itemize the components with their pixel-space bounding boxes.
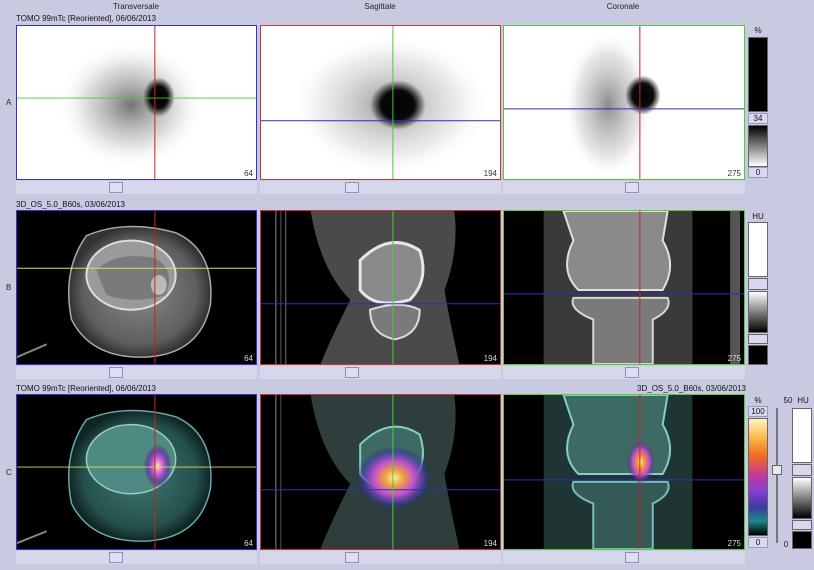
slice-number-transversal: 64 [244,539,253,548]
scrollbar-a-coronal[interactable] [503,181,745,194]
column-title-transversal: Transversale [113,2,159,11]
spect-coronal-image [504,26,744,179]
scrollbar-c-transversal[interactable] [16,551,257,564]
row-c-hu-bar-lower [792,531,812,549]
row-c-fusion-colorbar [748,418,768,536]
ct-coronal-image [504,211,744,364]
scrollbar-a-sagittal[interactable] [260,181,501,194]
row-label-c: C [6,468,12,477]
scrollbar-b-coronal[interactable] [503,366,745,379]
scroll-thumb[interactable] [345,182,359,193]
scrollbar-b-transversal[interactable] [16,366,257,379]
ct-transversal-image [17,211,256,364]
row-b-scale-handle-lower[interactable] [748,334,768,344]
scroll-thumb[interactable] [625,367,639,378]
slice-number-sagittal: 194 [483,354,497,363]
panel-c-coronal[interactable]: 275 [503,394,745,550]
row-c-scale-unit-hu: HU [797,396,809,405]
row-b-scale-handle[interactable] [748,278,768,290]
opacity-slider-track[interactable] [776,408,778,543]
slice-number-transversal: 64 [244,169,253,178]
scrollbar-b-sagittal[interactable] [260,366,501,379]
panel-a-coronal[interactable]: 275 [503,25,745,180]
scroll-thumb[interactable] [625,552,639,563]
panel-c-transversal[interactable]: 64 [16,394,257,550]
row-b-scale-gradient [748,291,768,333]
row-a-scale-bar-upper [748,37,768,112]
fusion-transversal-image [17,395,256,549]
spect-sagittal-image [261,26,500,179]
panel-b-transversal[interactable]: 64 [16,210,257,365]
panel-b-sagittal[interactable]: 194 [260,210,501,365]
panel-a-sagittal[interactable]: 194 [260,25,501,180]
slice-number-coronal: 275 [727,539,741,548]
opacity-slider-thumb[interactable] [772,465,782,475]
scroll-thumb[interactable] [345,552,359,563]
scroll-thumb[interactable] [109,367,123,378]
spect-transversal-image [17,26,256,179]
scroll-thumb[interactable] [109,182,123,193]
panel-a-transversal[interactable]: 64 [16,25,257,180]
row-a-scale-min: 0 [748,167,768,178]
row-c-scale-min: 0 [748,537,768,548]
fusion-coronal-image [504,395,744,549]
slice-number-sagittal: 194 [483,169,497,178]
row-c-hu-min: 0 [783,540,789,549]
slice-number-coronal: 275 [727,169,741,178]
row-b-scale-unit: HU [752,212,764,221]
row-c-series-caption: TOMO 99mTc [Reoriented], 06/06/2013 [16,384,156,393]
panel-b-coronal[interactable]: 275 [503,210,745,365]
row-b-scale-bar-upper [748,222,768,277]
row-b-series-caption: 3D_OS_5.0_B60s, 03/06/2013 [16,200,125,209]
slice-number-coronal: 275 [727,354,741,363]
slice-number-sagittal: 194 [483,539,497,548]
row-b-scale-bar-lower [748,345,768,365]
row-a-scale-unit: % [754,26,762,35]
row-c-hu-bar-upper [792,408,812,463]
row-c-hu-handle[interactable] [792,464,812,476]
row-c-hu-handle-lower[interactable] [792,520,812,530]
slice-number-transversal: 64 [244,354,253,363]
row-a-scale-gradient [748,125,768,167]
column-title-coronal: Coronale [606,2,640,11]
scrollbar-c-sagittal[interactable] [260,551,501,564]
row-c-scale-max: 100 [748,406,768,417]
column-title-sagittal: Sagittale [364,2,396,11]
ct-sagittal-image [261,211,500,364]
row-c-series-caption-right: 3D_OS_5.0_B60s, 03/06/2013 [637,384,746,393]
panel-c-sagittal[interactable]: 194 [260,394,501,550]
fusion-sagittal-image [261,395,500,549]
row-c-scale-unit-pct: % [754,396,762,405]
scroll-thumb[interactable] [625,182,639,193]
scroll-thumb[interactable] [345,367,359,378]
row-c-hu-value: 50 [783,396,793,405]
row-a-series-caption: TOMO 99mTc [Reoriented], 06/06/2013 [16,14,156,23]
scroll-thumb[interactable] [109,552,123,563]
row-c-hu-gradient [792,477,812,519]
row-a-scale-max: 34 [748,113,768,124]
row-label-a: A [6,98,12,107]
row-label-b: B [6,283,12,292]
scrollbar-a-transversal[interactable] [16,181,257,194]
scrollbar-c-coronal[interactable] [503,551,745,564]
